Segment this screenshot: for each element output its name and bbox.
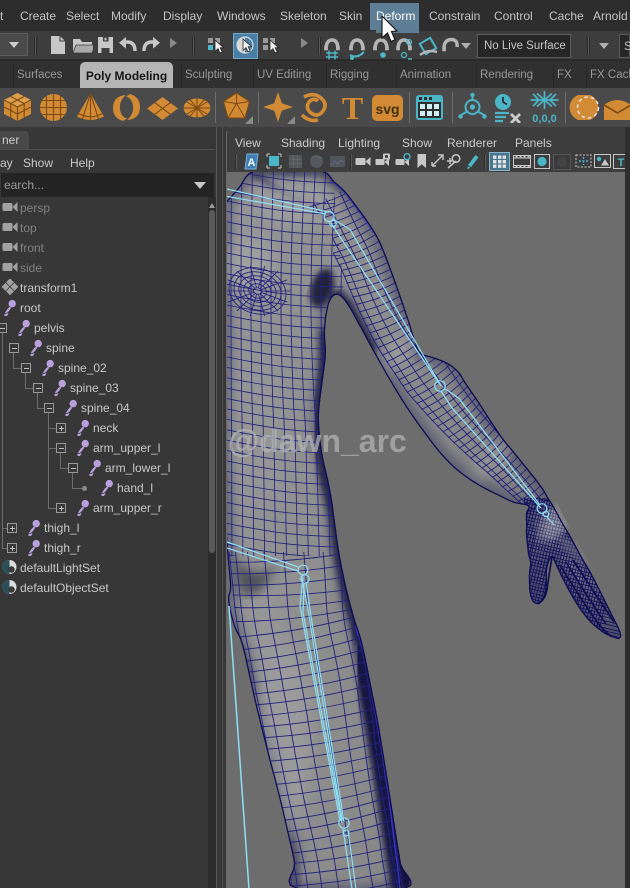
svg-text:0,0,0: 0,0,0 xyxy=(532,113,556,125)
svg-text:T: T xyxy=(342,92,363,123)
svg-text:svg: svg xyxy=(375,101,399,117)
svg-text:A: A xyxy=(248,157,256,169)
svg-text:@dawn_arc: @dawn_arc xyxy=(228,423,407,459)
svg-text:T: T xyxy=(618,157,625,169)
